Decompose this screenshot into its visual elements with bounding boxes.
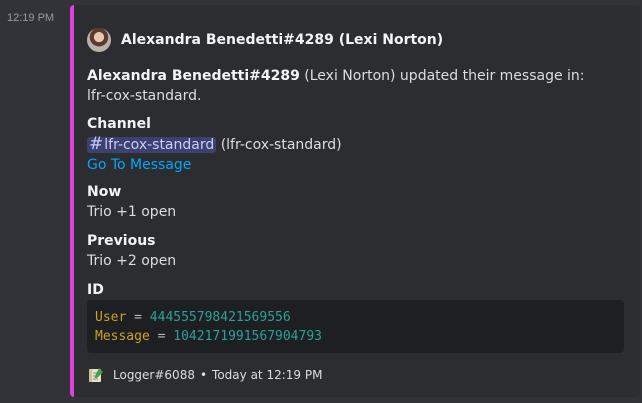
code-key-message: Message (95, 329, 150, 344)
field-previous-value: Trio +2 open (87, 253, 177, 269)
go-to-message-link[interactable]: Go To Message (87, 155, 617, 175)
channel-hash-icon: # (89, 134, 104, 154)
embed-description: Alexandra Benedetti#4289 (Lexi Norton) u… (87, 66, 587, 106)
field-channel-value: #lfr-cox-standard (lfr-cox-standard) (87, 134, 617, 155)
channel-mention-suffix: (lfr-cox-standard) (216, 137, 342, 153)
field-previous-name: Previous (87, 233, 156, 249)
code-eq: = (126, 310, 150, 325)
channel-mention-label: lfr-cox-standard (104, 137, 215, 153)
code-line-message: Message = 1042171991567904793 (95, 327, 616, 346)
field-channel-name: Channel (87, 116, 151, 132)
footer-separator: • (199, 368, 208, 382)
description-user: Alexandra Benedetti#4289 (87, 68, 300, 84)
message-timestamp: 12:19 PM (7, 12, 55, 24)
logger-notebook-icon (87, 366, 105, 384)
field-id-name: ID (87, 282, 104, 298)
field-channel: Channel #lfr-cox-standard (lfr-cox-stand… (87, 114, 617, 175)
field-now-value: Trio +1 open (87, 204, 177, 220)
code-eq: = (149, 329, 174, 344)
author-name[interactable]: Alexandra Benedetti#4289 (Lexi Norton) (121, 32, 443, 48)
embed-accent-bar (70, 5, 74, 397)
code-value-message: 1042171991567904793 (173, 329, 322, 344)
code-line-user: User = 444555798421569556 (95, 308, 616, 327)
field-id: ID (87, 280, 617, 300)
channel-mention[interactable]: #lfr-cox-standard (87, 134, 217, 154)
field-previous: Previous Trio +2 open (87, 231, 617, 271)
field-now: Now Trio +1 open (87, 182, 617, 222)
log-embed: Alexandra Benedetti#4289 (Lexi Norton) A… (70, 5, 640, 397)
code-key-user: User (95, 310, 127, 325)
id-codeblock: User = 444555798421569556 Message = 1042… (87, 300, 624, 353)
author-avatar[interactable] (87, 28, 111, 52)
embed-author: Alexandra Benedetti#4289 (Lexi Norton) (87, 26, 443, 54)
code-value-user: 444555798421569556 (149, 310, 291, 325)
footer-time: Today at 12:19 PM (212, 368, 323, 382)
footer-name: Logger#6088 (113, 368, 195, 382)
embed-footer: Logger#6088 • Today at 12:19 PM (87, 363, 322, 387)
field-now-name: Now (87, 184, 122, 200)
